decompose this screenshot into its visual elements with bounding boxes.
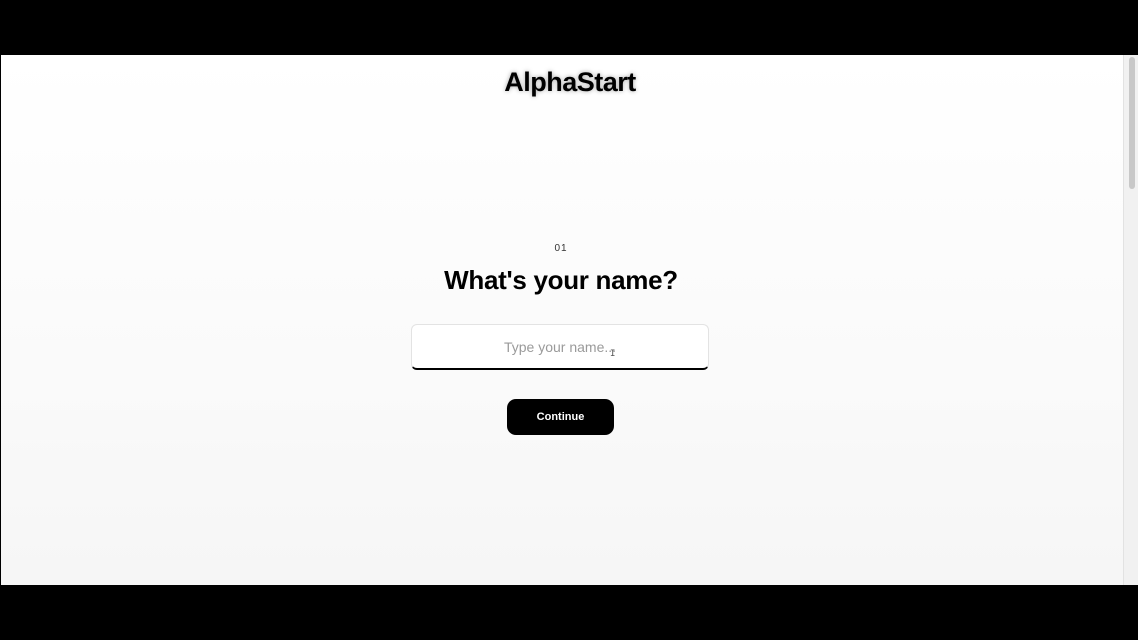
- brand-logo: AlphaStart: [504, 67, 636, 97]
- page-viewport: AlphaStart 01 What's your name? I Contin…: [1, 55, 1123, 585]
- name-input[interactable]: [411, 324, 709, 370]
- step-number: 01: [554, 243, 568, 254]
- question-heading: What's your name?: [444, 265, 678, 295]
- vertical-scrollbar[interactable]: [1123, 55, 1138, 585]
- continue-button[interactable]: Continue: [507, 399, 614, 435]
- scrollbar-thumb[interactable]: [1129, 57, 1135, 189]
- text-cursor-icon: I: [610, 349, 616, 359]
